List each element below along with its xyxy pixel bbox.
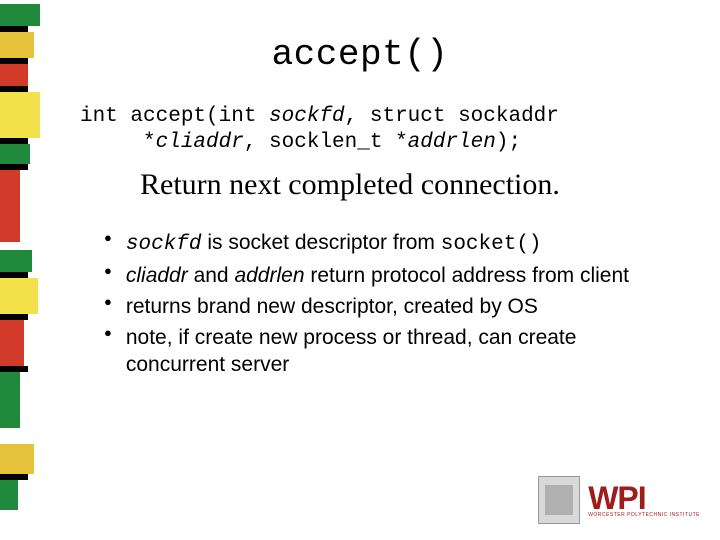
decorative-stripe xyxy=(0,144,30,164)
code-text: , struct sockaddr xyxy=(345,105,559,128)
wpi-text: WPI xyxy=(588,482,700,514)
wpi-seal-icon xyxy=(538,476,580,524)
code-param-cliaddr: cliaddr xyxy=(156,131,244,154)
wpi-subtext: WORCESTER POLYTECHNIC INSTITUTE xyxy=(588,512,700,518)
text-run: socket() xyxy=(441,233,542,256)
bullet-dot-icon: ● xyxy=(104,294,112,310)
code-text: ); xyxy=(496,131,521,154)
code-text: , socklen_t * xyxy=(244,131,408,154)
slide-subheading: Return next completed connection. xyxy=(140,168,560,202)
text-run: sockfd xyxy=(126,233,202,256)
bullet-dot-icon: ● xyxy=(104,230,112,246)
text-run: return protocol address from client xyxy=(305,264,629,287)
text-run: and xyxy=(188,264,235,287)
bullet-dot-icon: ● xyxy=(104,325,112,341)
bullet-dot-icon: ● xyxy=(104,263,112,279)
slide: accept() int accept(int sockfd, struct s… xyxy=(0,0,720,540)
bullet-text: sockfd is socket descriptor from socket(… xyxy=(126,230,542,259)
wpi-wordmark: WPI WORCESTER POLYTECHNIC INSTITUTE xyxy=(588,482,700,518)
decorative-stripe xyxy=(0,372,20,428)
decorative-stripe xyxy=(0,480,18,510)
code-text: * xyxy=(80,131,156,154)
slide-title: accept() xyxy=(0,34,720,75)
decorative-stripe xyxy=(0,170,20,242)
code-signature: int accept(int sockfd, struct sockaddr *… xyxy=(80,104,680,157)
bullet-item: ● cliaddr and addrlen return protocol add… xyxy=(104,263,660,290)
decorative-stripe xyxy=(0,444,34,474)
bullet-item: ● note, if create new process or thread, … xyxy=(104,325,660,379)
text-run: addrlen xyxy=(234,264,304,287)
text-run: note, if create new process or thread, c… xyxy=(126,326,577,376)
bullet-list: ● sockfd is socket descriptor from socket… xyxy=(104,230,660,382)
decorative-stripe xyxy=(0,250,32,272)
text-run: is socket descriptor from xyxy=(201,231,440,254)
bullet-text: cliaddr and addrlen return protocol addr… xyxy=(126,263,629,290)
decorative-stripe xyxy=(0,4,40,26)
footer-logo: WPI WORCESTER POLYTECHNIC INSTITUTE xyxy=(538,476,700,524)
bullet-item: ● returns brand new descriptor, created b… xyxy=(104,294,660,321)
decorative-stripe xyxy=(0,278,38,314)
code-text: int accept(int xyxy=(80,105,269,128)
bullet-text: returns brand new descriptor, created by… xyxy=(126,294,538,321)
bullet-text: note, if create new process or thread, c… xyxy=(126,325,660,379)
text-run: cliaddr xyxy=(126,264,188,287)
decorative-stripe xyxy=(0,92,40,138)
text-run: returns brand new descriptor, created by… xyxy=(126,295,538,318)
code-param-sockfd: sockfd xyxy=(269,105,345,128)
decorative-stripe xyxy=(0,320,24,366)
bullet-item: ● sockfd is socket descriptor from socket… xyxy=(104,230,660,259)
code-param-addrlen: addrlen xyxy=(408,131,496,154)
